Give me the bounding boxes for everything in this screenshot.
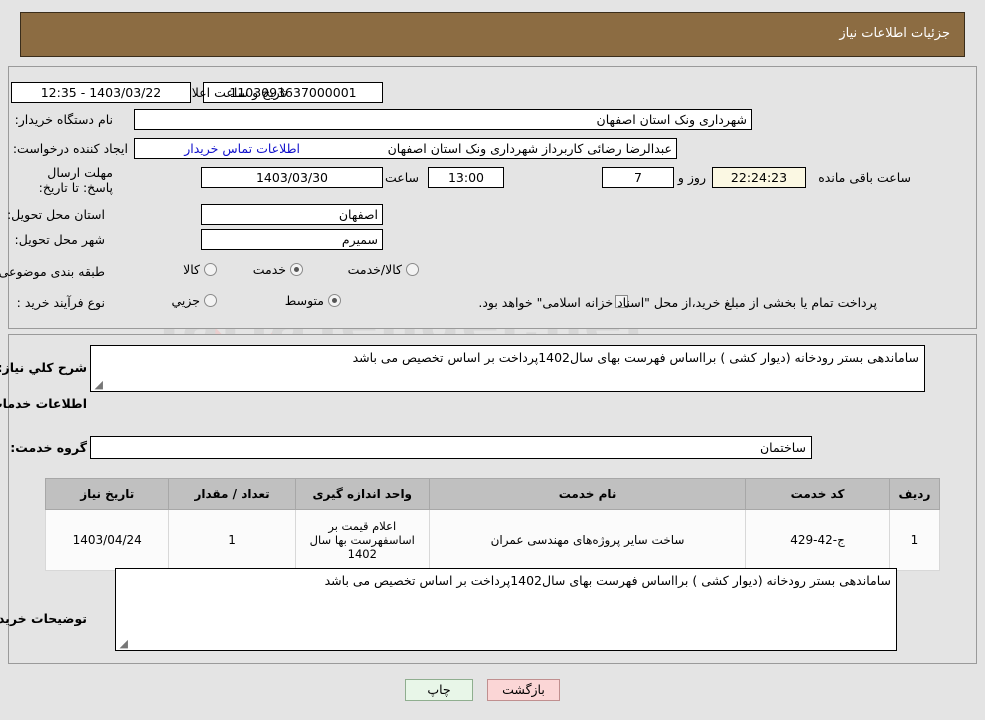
deadline-label: مهلت ارسال پاسخ: تا تاریخ: [38,165,113,195]
service-group-label: گروه خدمت: [10,440,87,455]
province-label: استان محل تحویل: [6,207,105,222]
cell-quantity: 1 [168,509,296,571]
radio-category-kala-khedmat[interactable]: کالا/خدمت [348,262,419,277]
cell-need-date: 1403/04/24 [44,509,170,571]
need-info-panel [8,66,977,329]
countdown-value: 22:24:23 [712,167,806,188]
radio-label: جزیي [171,293,200,308]
province-value: اصفهان [201,204,383,225]
radio-indicator [204,263,217,276]
buyer-notes-value: ساماندهی بستر رودخانه (دیوار کشی ) برااس… [324,573,891,588]
table-row: 1 ج-42-429 ساخت سایر پروژه‌های مهندسی عم… [44,509,941,571]
remaining-days-value: 7 [602,167,674,188]
deadline-date-value: 1403/03/30 [201,167,383,188]
th-service-code: کد خدمت [745,478,890,510]
services-section-title: اطلاعات خدمات مورد نیاز [0,396,87,411]
buyer-notes-textarea[interactable]: ساماندهی بستر رودخانه (دیوار کشی ) برااس… [115,568,897,651]
page-header-bar: جزئیات اطلاعات نیاز [20,12,965,57]
general-desc-textarea[interactable]: ساماندهی بستر رودخانه (دیوار کشی ) برااس… [90,345,925,392]
th-quantity: تعداد / مقدار [168,478,296,510]
radio-label: خدمت [252,262,286,277]
general-desc-value: ساماندهی بستر رودخانه (دیوار کشی ) برااس… [352,350,919,365]
buyer-contact-link[interactable]: اطلاعات تماس خریدار [184,141,300,156]
back-button[interactable]: بازگشت [487,679,560,701]
th-service-name: نام خدمت [428,478,747,510]
radio-label: کالا/خدمت [347,262,402,277]
cell-service-code: ج-42-429 [745,509,890,571]
service-group-field[interactable]: ساختمان [90,436,812,459]
radio-indicator [406,263,419,276]
cell-index: 1 [888,509,941,571]
radio-category-kala[interactable]: کالا [183,262,217,277]
services-table: ردیف کد خدمت نام خدمت واحد اندازه گیری ت… [44,478,941,571]
remaining-days-label: روز و [677,170,706,185]
deadline-hour-value: 13:00 [428,167,504,188]
radio-indicator [290,263,303,276]
page-title: جزئیات اطلاعات نیاز [839,26,950,41]
th-index: ردیف [888,478,941,510]
category-label: طبقه بندی موضوعی: [0,264,105,279]
buyer-org-value: شهرداری ونک استان اصفهان [134,109,752,130]
radio-indicator [204,294,217,307]
city-label: شهر محل تحویل: [14,232,105,247]
treasury-note: پرداخت تمام یا بخشی از مبلغ خرید،از محل … [478,295,877,310]
radio-label: متوسط [284,293,324,308]
service-group-value: ساختمان [760,440,806,455]
radio-indicator [328,294,341,307]
print-button[interactable]: چاپ [405,679,473,701]
resize-grip-icon[interactable]: ◢ [118,638,128,649]
cell-service-name: ساخت سایر پروژه‌های مهندسی عمران [428,509,747,571]
radio-process-motavaset[interactable]: متوسط [285,293,341,308]
th-need-date: تاریخ نیاز [44,478,170,510]
radio-category-khedmat[interactable]: خدمت [253,262,303,277]
page-root: TariaTender.net جزئیات اطلاعات نیاز شمار… [0,0,985,720]
creator-label: ایجاد کننده درخواست: [12,141,128,156]
radio-process-jozii[interactable]: جزیي [171,293,217,308]
countdown-label: ساعت باقی مانده [818,170,911,185]
resize-grip-icon[interactable]: ◢ [93,379,103,390]
announce-value: 1403/03/22 - 12:35 [11,82,191,103]
process-label: نوع فرآیند خرید : [16,295,105,310]
table-header-row: ردیف کد خدمت نام خدمت واحد اندازه گیری ت… [44,478,941,510]
city-value: سمیرم [201,229,383,250]
radio-label: کالا [183,262,200,277]
th-unit: واحد اندازه گیری [294,478,430,510]
buyer-org-label: نام دستگاه خریدار: [14,112,113,127]
general-desc-label: شرح کلي نیاز: [0,360,87,375]
hour-label: ساعت [384,170,419,185]
buyer-notes-label: توضیحات خریدار: [0,611,87,626]
cell-unit: اعلام قیمت بر اساسفهرست بها سال 1402 [294,509,430,571]
